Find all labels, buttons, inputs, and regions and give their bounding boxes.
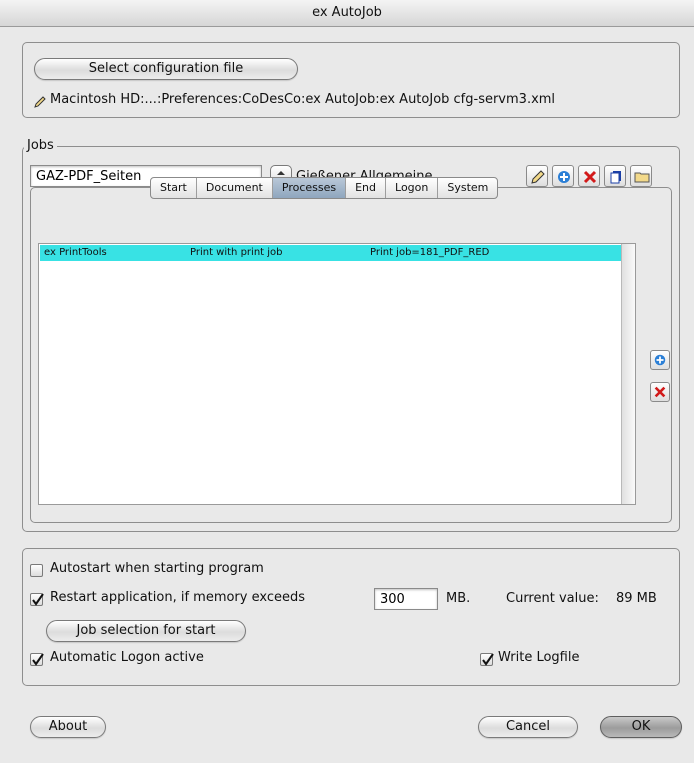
tab-logon[interactable]: Logon <box>386 178 439 198</box>
delete-job-button[interactable] <box>578 165 600 187</box>
process-action: Print with print job <box>190 247 283 258</box>
restart-label: Restart application, if memory exceeds <box>50 590 306 605</box>
checkmark-icon <box>32 653 44 666</box>
folder-icon <box>634 172 650 183</box>
jobs-legend: Jobs <box>24 138 57 153</box>
select-config-button[interactable]: Select configuration file <box>34 58 298 80</box>
tab-system[interactable]: System <box>438 178 497 198</box>
pencil-icon <box>531 170 545 184</box>
current-value: 89 MB <box>616 591 657 606</box>
cancel-button[interactable]: Cancel <box>478 716 578 738</box>
window-title: ex AutoJob <box>0 0 694 27</box>
list-scrollbar[interactable] <box>621 244 635 504</box>
process-list[interactable]: ex PrintTools Print with print job Print… <box>38 243 636 505</box>
logfile-label: Write Logfile <box>498 650 580 665</box>
autostart-label: Autostart when starting program <box>50 561 264 576</box>
add-process-button[interactable] <box>650 350 670 370</box>
auto-logon-checkbox[interactable] <box>30 653 44 666</box>
open-folder-button[interactable] <box>630 165 652 187</box>
copy-icon <box>610 171 621 184</box>
tab-start[interactable]: Start <box>151 178 197 198</box>
checkmark-icon <box>482 653 494 666</box>
copy-job-button[interactable] <box>604 165 626 187</box>
auto-logon-label: Automatic Logon active <box>50 650 204 665</box>
tab-document[interactable]: Document <box>197 178 273 198</box>
tab-end[interactable]: End <box>346 178 387 198</box>
job-selection-button[interactable]: Job selection for start <box>46 620 246 642</box>
checkmark-icon <box>32 593 44 606</box>
plus-icon <box>654 354 666 366</box>
delete-icon <box>654 386 666 398</box>
about-button[interactable]: About <box>30 716 106 738</box>
add-job-button[interactable] <box>552 165 574 187</box>
tab-processes[interactable]: Processes <box>272 178 347 198</box>
tab-bar: Start Document Processes End Logon Syste… <box>150 177 499 199</box>
autostart-checkbox[interactable] <box>30 564 43 577</box>
delete-process-button[interactable] <box>650 382 670 402</box>
restart-checkbox[interactable] <box>30 593 44 606</box>
ok-button[interactable]: OK <box>600 716 682 738</box>
delete-icon <box>583 170 597 184</box>
edit-job-button[interactable] <box>526 165 548 187</box>
pencil-icon <box>34 96 46 108</box>
process-param: Print job=181_PDF_RED <box>370 247 490 258</box>
current-value-label: Current value: <box>506 591 599 606</box>
config-path: Macintosh HD:...:Preferences:CoDesCo:ex … <box>50 92 556 107</box>
logfile-checkbox[interactable] <box>480 653 494 666</box>
process-module: ex PrintTools <box>44 247 107 258</box>
memory-limit-field[interactable] <box>374 588 438 610</box>
list-item[interactable]: ex PrintTools Print with print job Print… <box>40 245 622 261</box>
memory-unit: MB. <box>446 591 471 606</box>
plus-icon <box>558 171 570 183</box>
